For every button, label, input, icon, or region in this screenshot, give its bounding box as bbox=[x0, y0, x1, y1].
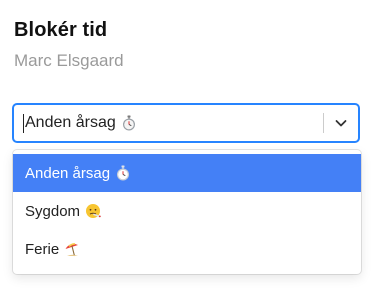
option-label: Anden årsag bbox=[25, 164, 111, 182]
stopwatch-icon bbox=[122, 115, 135, 131]
person-name: Marc Elsgaard bbox=[14, 51, 124, 70]
option-ferie[interactable]: Ferie bbox=[13, 230, 361, 268]
option-anden-arsag[interactable]: Anden årsag bbox=[13, 154, 361, 192]
option-label: Sygdom bbox=[25, 202, 81, 220]
dropdown-toggle[interactable] bbox=[324, 105, 358, 141]
selected-value-label: Anden årsag bbox=[25, 114, 116, 131]
face-with-thermometer-icon bbox=[86, 204, 101, 218]
reason-select-value[interactable]: Anden årsag bbox=[14, 105, 323, 141]
option-sygdom[interactable]: Sygdom bbox=[13, 192, 361, 230]
chevron-down-icon bbox=[335, 120, 347, 127]
stopwatch-icon bbox=[117, 165, 130, 181]
text-cursor bbox=[23, 113, 24, 133]
option-label: Ferie bbox=[25, 240, 60, 258]
reason-select[interactable]: Anden årsag bbox=[13, 104, 359, 142]
block-time-panel: Blokér tid Marc Elsgaard Anden årsag And… bbox=[0, 0, 373, 307]
page-title: Blokér tid bbox=[14, 19, 108, 41]
beach-umbrella-icon bbox=[65, 243, 79, 257]
reason-menu: Anden årsag Sygdom Ferie bbox=[13, 150, 361, 274]
